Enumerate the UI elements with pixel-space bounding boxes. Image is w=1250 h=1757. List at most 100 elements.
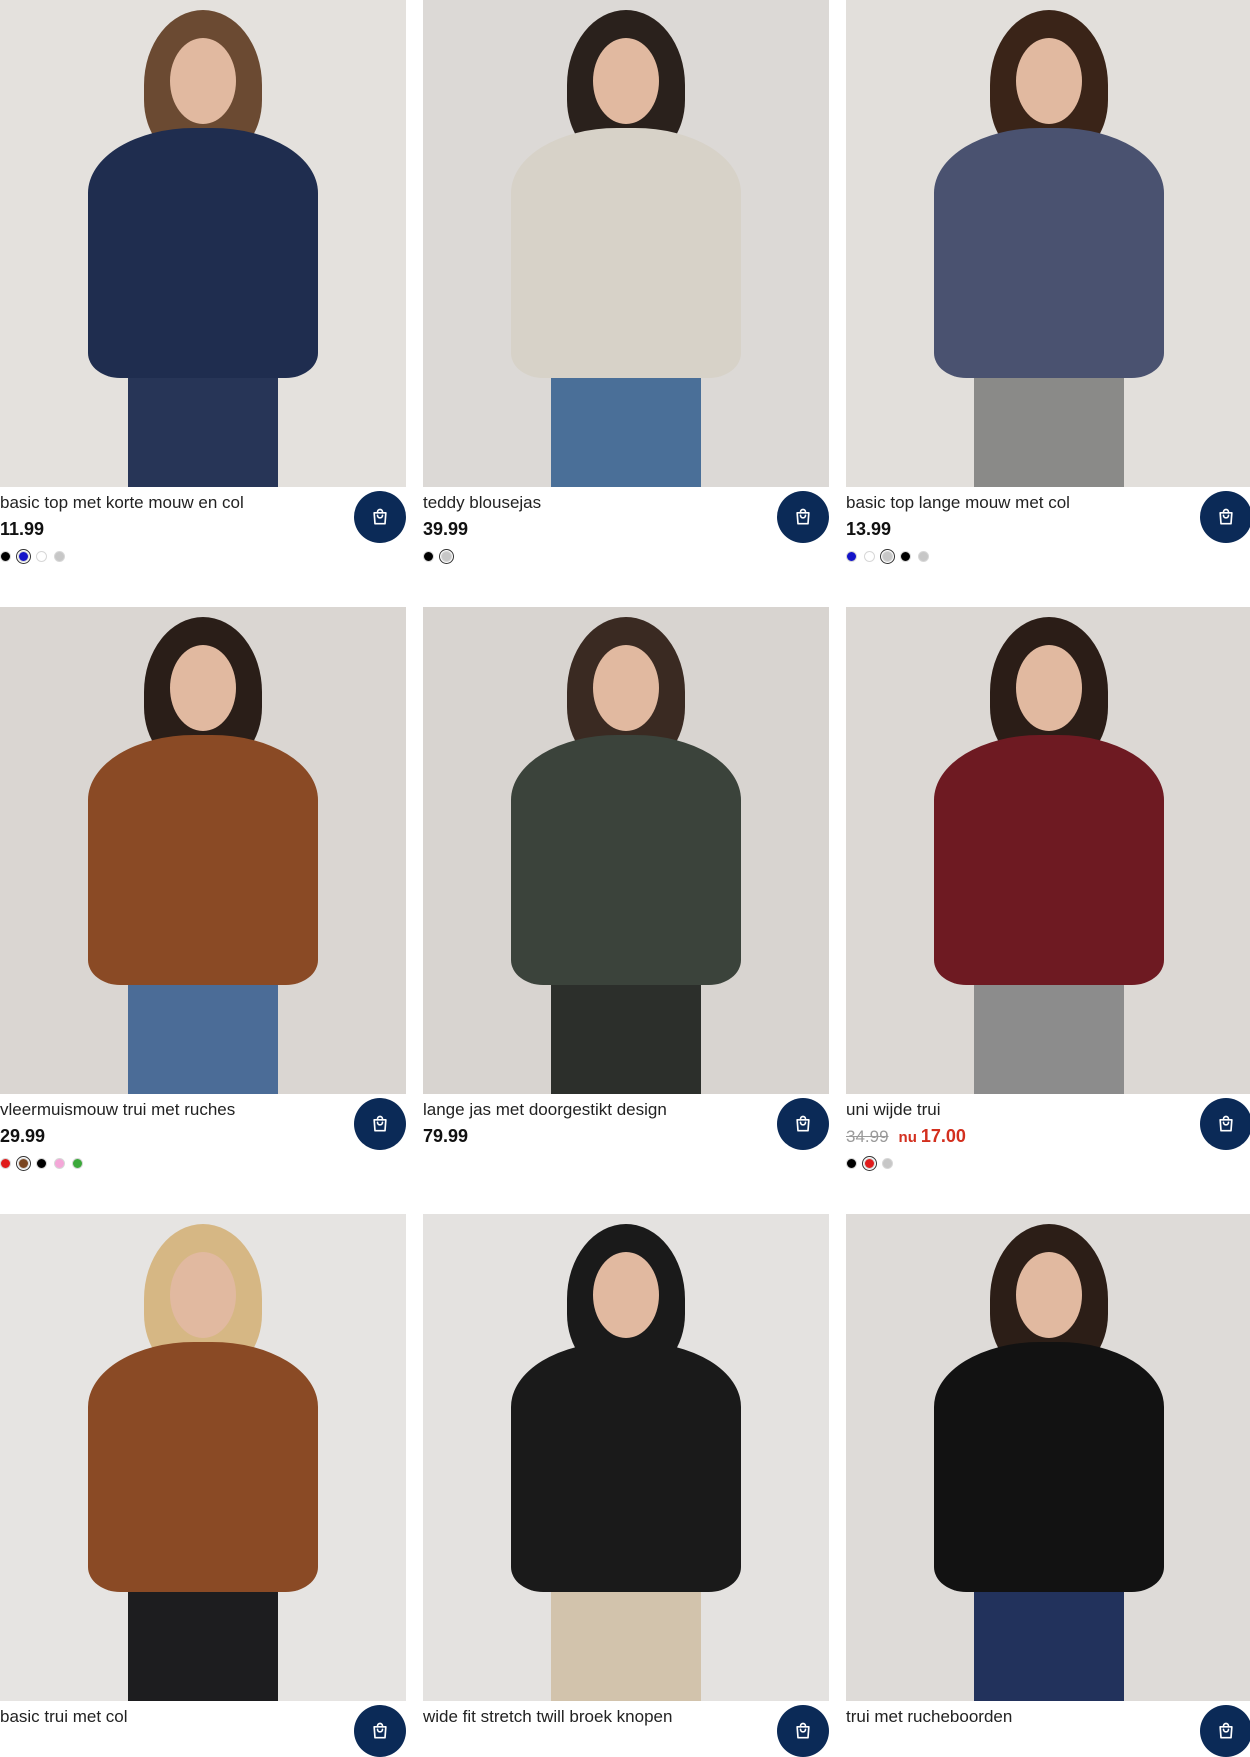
price-sale: 17.00: [920, 1126, 966, 1146]
shopping-bag-icon: [1219, 1115, 1233, 1132]
product-card[interactable]: basic top met korte mouw en col 11.99: [0, 0, 406, 565]
price-now-label: nu: [898, 1129, 917, 1146]
model-garment: [511, 735, 741, 985]
add-to-cart-button[interactable]: [1200, 491, 1250, 543]
product-image[interactable]: [846, 1214, 1250, 1701]
add-to-cart-button[interactable]: [777, 1705, 829, 1757]
color-swatches: [423, 548, 455, 565]
model-legs: [128, 360, 278, 487]
color-swatch[interactable]: [54, 1158, 65, 1169]
product-title[interactable]: vleermuismouw trui met ruches: [0, 1100, 330, 1120]
color-swatch[interactable]: [54, 551, 65, 562]
model-head: [170, 38, 236, 124]
color-swatch[interactable]: [15, 548, 32, 565]
model-legs: [128, 967, 278, 1094]
model-garment: [934, 128, 1164, 378]
color-swatch[interactable]: [900, 551, 911, 562]
add-to-cart-button[interactable]: [777, 1098, 829, 1150]
model-legs: [551, 967, 701, 1094]
product-title[interactable]: teddy blousejas: [423, 493, 753, 513]
color-swatch[interactable]: [918, 551, 929, 562]
product-title[interactable]: trui met rucheboorden: [846, 1707, 1176, 1727]
model-garment: [88, 1342, 318, 1592]
product-title[interactable]: uni wijde trui: [846, 1100, 1176, 1120]
shopping-bag-icon: [373, 1722, 387, 1739]
color-swatch[interactable]: [0, 551, 11, 562]
color-swatch[interactable]: [864, 551, 875, 562]
color-swatch[interactable]: [72, 1158, 83, 1169]
model-legs: [551, 360, 701, 487]
color-swatch[interactable]: [846, 1158, 857, 1169]
product-image[interactable]: [846, 607, 1250, 1094]
model-head: [593, 1252, 659, 1338]
color-swatch[interactable]: [36, 551, 47, 562]
product-grid: basic top met korte mouw en col 11.99 tedd…: [0, 0, 1250, 1757]
model-legs: [974, 360, 1124, 487]
product-card[interactable]: basic top lange mouw met col 13.99: [846, 0, 1250, 565]
product-price: 29.99: [0, 1126, 46, 1146]
product-card[interactable]: wide fit stretch twill broek knopen: [423, 1214, 829, 1757]
product-title[interactable]: basic top met korte mouw en col: [0, 493, 330, 513]
model-head: [170, 1252, 236, 1338]
shopping-bag-icon: [796, 1722, 810, 1739]
add-to-cart-button[interactable]: [354, 1098, 406, 1150]
product-title[interactable]: lange jas met doorgestikt design: [423, 1100, 753, 1120]
color-swatch[interactable]: [423, 551, 434, 562]
product-image[interactable]: [0, 0, 406, 487]
color-swatches: [846, 548, 929, 565]
product-image[interactable]: [0, 1214, 406, 1701]
model-legs: [974, 967, 1124, 1094]
product-title[interactable]: basic trui met col: [0, 1707, 330, 1727]
product-card[interactable]: basic trui met col: [0, 1214, 406, 1757]
model-legs: [128, 1574, 278, 1701]
product-price: 39.99: [423, 519, 469, 539]
product-image[interactable]: [423, 607, 829, 1094]
model-head: [1016, 645, 1082, 731]
color-swatches: [846, 1155, 893, 1172]
price-original: 34.99: [846, 1127, 889, 1146]
shopping-bag-icon: [1219, 508, 1233, 525]
color-swatch[interactable]: [36, 1158, 47, 1169]
add-to-cart-button[interactable]: [354, 1705, 406, 1757]
shopping-bag-icon: [373, 508, 387, 525]
add-to-cart-button[interactable]: [1200, 1098, 1250, 1150]
model-garment: [934, 1342, 1164, 1592]
product-price: 13.99: [846, 519, 892, 539]
product-card[interactable]: uni wijde trui 34.99 nu 17.00: [846, 607, 1250, 1172]
color-swatch[interactable]: [846, 551, 857, 562]
product-image[interactable]: [846, 0, 1250, 487]
product-title[interactable]: basic top lange mouw met col: [846, 493, 1176, 513]
model-legs: [974, 1574, 1124, 1701]
color-swatches: [0, 548, 65, 565]
shopping-bag-icon: [796, 508, 810, 525]
product-card[interactable]: lange jas met doorgestikt design 79.99: [423, 607, 829, 1150]
model-head: [593, 38, 659, 124]
product-price: 79.99: [423, 1126, 469, 1146]
product-card[interactable]: teddy blousejas 39.99: [423, 0, 829, 565]
add-to-cart-button[interactable]: [354, 491, 406, 543]
color-swatch[interactable]: [15, 1155, 32, 1172]
color-swatch[interactable]: [882, 1158, 893, 1169]
product-title[interactable]: wide fit stretch twill broek knopen: [423, 1707, 753, 1727]
product-image[interactable]: [423, 0, 829, 487]
product-card[interactable]: trui met rucheboorden: [846, 1214, 1250, 1757]
shopping-bag-icon: [796, 1115, 810, 1132]
color-swatch[interactable]: [879, 548, 896, 565]
model-garment: [511, 1342, 741, 1592]
model-head: [170, 645, 236, 731]
color-swatch[interactable]: [438, 548, 455, 565]
color-swatch[interactable]: [861, 1155, 878, 1172]
model-garment: [511, 128, 741, 378]
model-garment: [88, 735, 318, 985]
model-head: [593, 645, 659, 731]
model-head: [1016, 38, 1082, 124]
color-swatch[interactable]: [0, 1158, 11, 1169]
shopping-bag-icon: [1219, 1722, 1233, 1739]
product-price: 34.99 nu 17.00: [846, 1126, 966, 1147]
product-image[interactable]: [0, 607, 406, 1094]
product-card[interactable]: vleermuismouw trui met ruches 29.99: [0, 607, 406, 1172]
product-image[interactable]: [423, 1214, 829, 1701]
add-to-cart-button[interactable]: [1200, 1705, 1250, 1757]
add-to-cart-button[interactable]: [777, 491, 829, 543]
model-garment: [88, 128, 318, 378]
